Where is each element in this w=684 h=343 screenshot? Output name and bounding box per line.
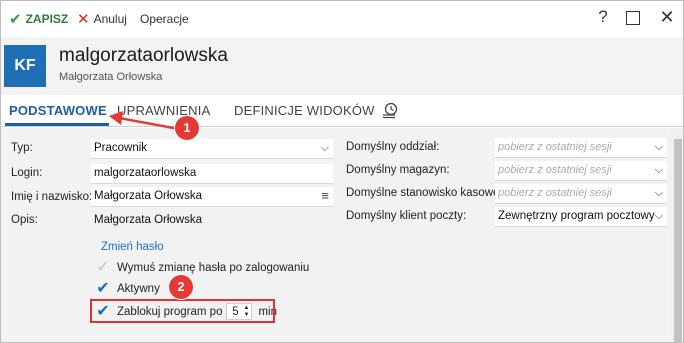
annotation-badge-1: 1 <box>175 116 199 140</box>
checkmark-icon: ✔ <box>96 280 110 297</box>
operations-label: Operacje <box>140 12 189 26</box>
login-label: Login: <box>11 167 43 179</box>
history-icon[interactable] <box>381 101 399 119</box>
cancel-label: Anuluj <box>93 12 127 26</box>
active-tab-indicator <box>5 123 109 126</box>
active-label: Aktywny <box>117 283 160 295</box>
menu-icon[interactable]: ≡ <box>321 188 329 203</box>
name-value: Małgorzata Orłowska <box>94 190 203 202</box>
default-warehouse-select[interactable]: pobierz z ostatniej sesji ⌵ <box>495 161 667 181</box>
annotation-badge-2: 2 <box>169 275 193 299</box>
help-icon[interactable]: ? <box>591 7 615 27</box>
default-mail-value: Zewnętrzny program pocztowy <box>498 210 655 222</box>
default-branch-placeholder: pobierz z ostatniej sesji <box>498 141 612 153</box>
scrollbar-thumb[interactable] <box>674 139 682 342</box>
save-label: ZAPISZ <box>25 12 69 26</box>
type-value: Pracownik <box>94 142 148 154</box>
record-header: KF malgorzataorlowska Małgorzata Orłowsk… <box>1 37 683 95</box>
description-label: Opis: <box>11 214 38 226</box>
login-input[interactable]: malgorzataorlowska <box>91 164 333 184</box>
checkmark-icon: ✓ <box>96 259 110 276</box>
name-input[interactable]: Małgorzata Orłowska ≡ <box>91 187 333 207</box>
force-change-password-checkbox[interactable]: ✓ Wymuś zmianę hasła po zalogowaniu <box>94 260 309 276</box>
user-edit-window: ✔ ZAPISZ ✕ Anuluj Operacje ? ✕ KF malgor… <box>0 0 684 343</box>
chevron-down-icon: ⌵ <box>654 141 663 153</box>
chevron-down-icon: ⌵ <box>654 164 663 176</box>
page-subtitle: Małgorzata Orłowska <box>59 71 163 83</box>
login-value: malgorzataorlowska <box>94 167 197 179</box>
tab-uprawnienia[interactable]: UPRAWNIENIA <box>117 103 210 118</box>
default-branch-label: Domyślny oddział: <box>346 141 440 153</box>
change-password-link[interactable]: Zmień hasło <box>101 241 164 253</box>
type-select[interactable]: Pracownik ⌵ <box>91 139 333 159</box>
chevron-down-icon: ⌵ <box>654 210 663 222</box>
default-station-label: Domyślne stanowisko kasowe: <box>346 187 503 199</box>
force-change-label: Wymuś zmianę hasła po zalogowaniu <box>117 262 310 274</box>
default-warehouse-placeholder: pobierz z ostatniej sesji <box>498 164 612 176</box>
active-checkbox[interactable]: ✔ Aktywny <box>94 281 160 297</box>
save-button[interactable]: ✔ ZAPISZ <box>9 11 69 28</box>
x-icon: ✕ <box>77 11 90 28</box>
chevron-down-icon: ⌵ <box>654 187 663 199</box>
check-icon: ✔ <box>9 11 22 28</box>
tab-bar: PODSTAWOWE UPRAWNIENIA DEFINICJE WIDOKÓW <box>1 95 683 127</box>
default-station-select[interactable]: pobierz z ostatniej sesji ⌵ <box>495 184 667 204</box>
tab-definicje-widokow[interactable]: DEFINICJE WIDOKÓW <box>234 103 375 118</box>
cancel-button[interactable]: ✕ Anuluj <box>77 11 127 28</box>
default-mail-select[interactable]: Zewnętrzny program pocztowy ⌵ <box>495 207 667 227</box>
operations-button[interactable]: Operacje <box>140 11 189 27</box>
toolbar: ✔ ZAPISZ ✕ Anuluj Operacje ? ✕ <box>1 1 683 37</box>
name-label: Imię i nazwisko: <box>11 191 93 203</box>
page-title: malgorzataorlowska <box>59 45 228 66</box>
close-icon[interactable]: ✕ <box>655 7 679 28</box>
default-station-placeholder: pobierz z ostatniej sesji <box>498 187 612 199</box>
highlight-box <box>90 299 275 323</box>
maximize-icon[interactable] <box>626 11 640 25</box>
chevron-down-icon: ⌵ <box>320 142 329 154</box>
description-value: Małgorzata Orłowska <box>94 214 203 226</box>
tab-podstawowe[interactable]: PODSTAWOWE <box>9 103 107 118</box>
type-label: Typ: <box>11 142 33 154</box>
description-field[interactable]: Małgorzata Orłowska <box>91 211 333 231</box>
avatar: KF <box>4 45 46 87</box>
default-mail-label: Domyślny klient poczty: <box>346 210 467 222</box>
default-warehouse-label: Domyślny magazyn: <box>346 164 450 176</box>
default-branch-select[interactable]: pobierz z ostatniej sesji ⌵ <box>495 138 667 158</box>
